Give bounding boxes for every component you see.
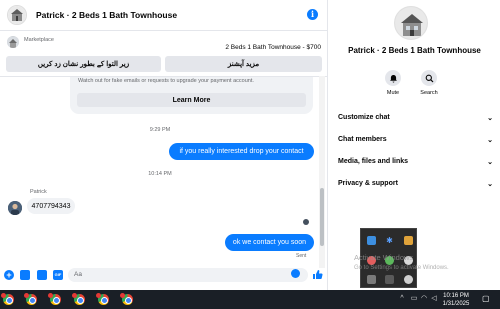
section-label: Privacy & support [338,180,398,187]
section-label: Chat members [338,136,387,143]
mark-pending-button[interactable]: زیر التوا کے بطور نشان زد کریں [6,56,161,72]
safety-notice: Watch out for fake emails or requests to… [70,77,313,114]
chrome-icon[interactable] [1,293,14,306]
learn-more-button[interactable]: Learn More [77,93,306,107]
panel-title: Patrick · 2 Beds 1 Bath Townhouse [348,46,481,55]
timestamp: 10:14 PM [148,171,172,177]
chevron-down-icon: ⌄ [487,137,493,144]
gif-icon[interactable]: GIF [53,270,63,280]
listing-avatar[interactable] [7,5,27,25]
info-icon[interactable]: i [307,9,318,20]
mute-button[interactable]: Mute [378,70,408,96]
monitor-icon[interactable] [367,236,376,245]
house-photo-icon [395,7,427,39]
clock-date: 1/31/2025 [442,301,470,307]
wifi-icon[interactable]: ◠ [420,295,428,303]
plus-icon[interactable]: + [4,270,14,280]
listing-photo[interactable] [394,6,428,40]
bluetooth-icon[interactable]: ✱ [385,236,394,245]
house-thumbnail-icon [7,37,19,48]
watermark-line: Go to Settings to activate Windows. [354,265,449,271]
sender-name: Patrick [30,189,47,195]
incoming-message[interactable]: 4707794343 [27,198,75,214]
profile-photo-icon [8,201,22,215]
notifications-icon[interactable]: ▢ [482,294,492,304]
volume-icon[interactable]: ◁ [430,295,438,303]
image-icon[interactable] [37,270,47,280]
search-label: Search [420,90,438,96]
chrome-icon[interactable] [72,293,85,306]
thumbs-up-glyph [313,270,323,279]
chrome-icon[interactable] [48,293,61,306]
seen-avatar-icon [303,219,309,225]
chrome-icon[interactable] [24,293,37,306]
app-tray-icon[interactable] [367,275,376,284]
notice-text: Watch out for fake emails or requests to… [78,78,254,84]
chevron-down-icon: ⌄ [487,159,493,166]
taskbar-clock[interactable]: 10:16 PM 1/31/2025 [438,292,474,308]
app-tray-icon[interactable] [404,236,413,245]
section-label: Media, files and links [338,158,409,165]
section-chat-members[interactable]: Chat members ⌄ [338,136,493,150]
more-options-button[interactable]: مزید آپشنز [165,56,322,72]
section-media-files-links[interactable]: Media, files and links ⌄ [338,158,493,172]
chrome-icon[interactable] [96,293,109,306]
emoji-icon[interactable] [291,269,300,278]
section-customize-chat[interactable]: Customize chat ⌄ [338,114,493,128]
chat-header: Patrick · 2 Beds 1 Bath Townhouse i [0,0,327,31]
listing-title[interactable]: 2 Beds 1 Bath Townhouse - $700 [225,44,321,51]
chrome-icon[interactable] [120,293,133,306]
bell-icon [385,70,401,86]
chevron-up-icon[interactable]: ^ [398,295,406,303]
app-tray-icon[interactable] [404,275,413,284]
outgoing-message[interactable]: ok we contact you soon [225,234,314,251]
mute-label: Mute [386,90,400,96]
app-tray-icon[interactable] [385,275,394,284]
chevron-down-icon: ⌄ [487,115,493,122]
camera-icon[interactable] [20,270,30,280]
composer: + GIF Aa [0,265,327,285]
screen: Patrick · 2 Beds 1 Bath Townhouse i Mark… [0,0,500,309]
chevron-down-icon: ⌄ [487,181,493,188]
avatar[interactable] [8,201,22,215]
activate-windows-watermark: Activate Windows Go to Settings to activ… [354,253,449,273]
clock-time: 10:16 PM [443,293,469,299]
message-status: Sent [296,253,307,259]
search-button[interactable]: Search [414,70,444,96]
section-privacy-support[interactable]: Privacy & support ⌄ [338,180,493,194]
thumbs-up-icon[interactable] [312,269,323,280]
marketplace-label: Marketplace [24,37,54,43]
display-icon[interactable]: ▭ [410,295,418,303]
search-icon [421,70,437,86]
scrollbar-thumb[interactable] [320,188,324,246]
marketplace-thumbnail [7,36,19,48]
chat-panel: Patrick · 2 Beds 1 Bath Townhouse i Mark… [0,0,327,290]
chat-title[interactable]: Patrick · 2 Beds 1 Bath Townhouse [36,10,177,20]
message-input[interactable]: Aa [68,268,308,282]
house-thumbnail-icon [8,6,26,24]
watermark-line: Activate Windows [354,253,414,262]
outgoing-message[interactable]: if you really interested drop your conta… [169,143,314,160]
taskbar: ^ ▭ ◠ ◁ 10:16 PM 1/31/2025 ▢ [0,290,500,309]
timestamp: 9:29 PM [149,127,171,133]
section-label: Customize chat [338,114,390,121]
marketplace-card: Marketplace 2 Beds 1 Bath Townhouse - $7… [2,33,325,75]
